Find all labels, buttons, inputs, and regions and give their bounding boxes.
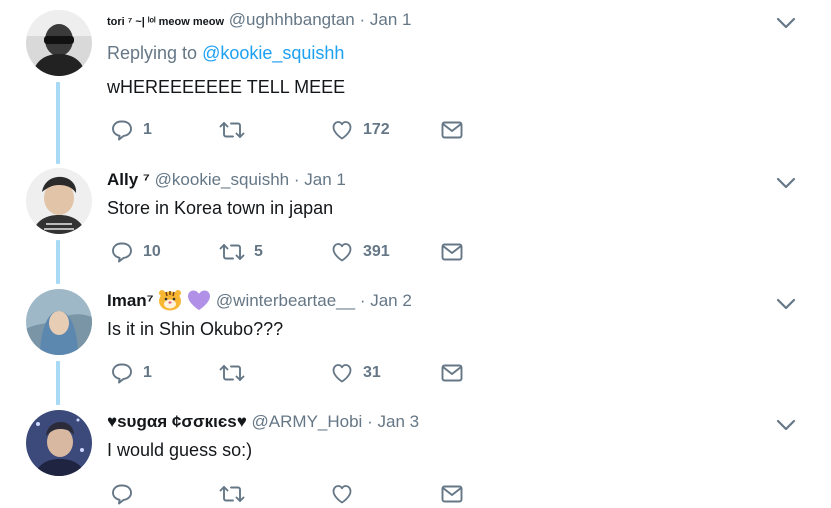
handle[interactable]: @ARMY_Hobi xyxy=(252,412,363,431)
like-icon xyxy=(330,482,354,506)
separator-dot: · xyxy=(359,10,366,29)
tweet-header: ♥ѕυgαя ¢σσкιєѕ♥ @ARMY_Hobi · Jan 3 xyxy=(107,412,419,432)
like-count: 172 xyxy=(363,121,390,138)
dm-icon xyxy=(440,361,464,385)
tweet-text: Is it in Shin Okubo??? xyxy=(107,319,284,339)
reply-count: 10 xyxy=(143,243,161,260)
dm-button[interactable] xyxy=(440,360,464,386)
action-bar: 10 5 391 xyxy=(107,239,507,265)
dm-icon xyxy=(440,118,464,142)
avatar[interactable] xyxy=(26,410,92,476)
tweet-date[interactable]: Jan 3 xyxy=(377,412,419,431)
tweet[interactable]: tori ⁷ ~| ˡᵒˡ meow meow @ughhhbangtan · … xyxy=(0,0,831,160)
reply-button[interactable]: 1 xyxy=(110,360,152,386)
tweet[interactable]: Ally ⁷ @kookie_squishh · Jan 1 Store in … xyxy=(0,160,831,281)
like-icon xyxy=(330,240,354,264)
tweet-header: Ally ⁷ @kookie_squishh · Jan 1 xyxy=(107,170,346,190)
separator-dot: · xyxy=(293,170,300,189)
like-count: 31 xyxy=(363,364,381,381)
action-bar: 1 31 xyxy=(107,360,507,386)
like-button[interactable] xyxy=(330,481,363,507)
chevron-down-icon[interactable] xyxy=(776,418,796,432)
purple-heart-emoji xyxy=(187,289,211,316)
reply-icon xyxy=(110,118,134,142)
reply-count: 1 xyxy=(143,121,152,138)
reply-icon xyxy=(110,361,134,385)
reply-count: 1 xyxy=(143,364,152,381)
tweet-date[interactable]: Jan 2 xyxy=(370,291,412,310)
tweet[interactable]: ♥ѕυgαя ¢σσкιєѕ♥ @ARMY_Hobi · Jan 3 I wou… xyxy=(0,402,831,508)
display-name[interactable]: tori ⁷ ~| ˡᵒˡ meow meow xyxy=(107,16,224,28)
reply-button[interactable] xyxy=(110,481,143,507)
chevron-down-icon[interactable] xyxy=(776,176,796,190)
like-button[interactable]: 31 xyxy=(330,360,381,386)
chevron-down-icon[interactable] xyxy=(776,16,796,30)
tweet-text: I would guess so:) xyxy=(107,440,253,460)
dm-button[interactable] xyxy=(440,239,464,265)
dm-button[interactable] xyxy=(440,117,464,143)
retweet-count: 5 xyxy=(254,243,263,260)
like-button[interactable]: 391 xyxy=(330,239,390,265)
avatar[interactable] xyxy=(26,168,92,234)
avatar[interactable] xyxy=(26,10,92,76)
dm-icon xyxy=(440,240,464,264)
like-count: 391 xyxy=(363,243,390,260)
like-button[interactable]: 172 xyxy=(330,117,390,143)
action-bar: 1 172 xyxy=(107,117,507,143)
tweet-date[interactable]: Jan 1 xyxy=(370,10,412,29)
display-name[interactable]: Iman⁷ xyxy=(107,291,154,310)
reply-icon xyxy=(110,240,134,264)
avatar[interactable] xyxy=(26,289,92,355)
retweet-button[interactable] xyxy=(219,481,254,507)
tiger-face-emoji xyxy=(158,289,182,316)
tweet[interactable]: Iman⁷ @winterbeartae__ · Jan 2 Is it in … xyxy=(0,281,831,402)
chevron-down-icon[interactable] xyxy=(776,297,796,311)
action-bar xyxy=(107,481,507,507)
reply-button[interactable]: 10 xyxy=(110,239,161,265)
reply-icon xyxy=(110,482,134,506)
separator-dot: · xyxy=(367,412,373,431)
like-icon xyxy=(330,118,354,142)
reply-mention-link[interactable]: @kookie_squishh xyxy=(202,43,344,63)
retweet-button[interactable]: 5 xyxy=(219,239,263,265)
retweet-button[interactable] xyxy=(219,117,254,143)
like-icon xyxy=(330,361,354,385)
retweet-icon xyxy=(219,240,245,264)
handle[interactable]: @winterbeartae__ xyxy=(216,291,355,310)
replying-to-label: Replying to xyxy=(107,43,198,63)
retweet-button[interactable] xyxy=(219,360,254,386)
tweet-header: tori ⁷ ~| ˡᵒˡ meow meow @ughhhbangtan · … xyxy=(107,10,411,30)
retweet-icon xyxy=(219,118,245,142)
retweet-icon xyxy=(219,361,245,385)
handle[interactable]: @ughhhbangtan xyxy=(229,10,355,29)
separator-dot: · xyxy=(359,291,366,310)
dm-button[interactable] xyxy=(440,481,464,507)
dm-icon xyxy=(440,482,464,506)
tweet-text: wHEREEEEEEE TELL MEEE xyxy=(107,77,346,97)
retweet-icon xyxy=(219,482,245,506)
tweet-header: Iman⁷ @winterbeartae__ · Jan 2 xyxy=(107,289,412,316)
handle[interactable]: @kookie_squishh xyxy=(155,170,289,189)
reply-button[interactable]: 1 xyxy=(110,117,152,143)
tweet-date[interactable]: Jan 1 xyxy=(304,170,346,189)
tweet-text: Store in Korea town in japan xyxy=(107,198,334,218)
replying-to: Replying to @kookie_squishh xyxy=(107,43,344,64)
display-name[interactable]: ♥ѕυgαя ¢σσкιєѕ♥ xyxy=(107,412,247,431)
display-name[interactable]: Ally ⁷ xyxy=(107,170,150,189)
